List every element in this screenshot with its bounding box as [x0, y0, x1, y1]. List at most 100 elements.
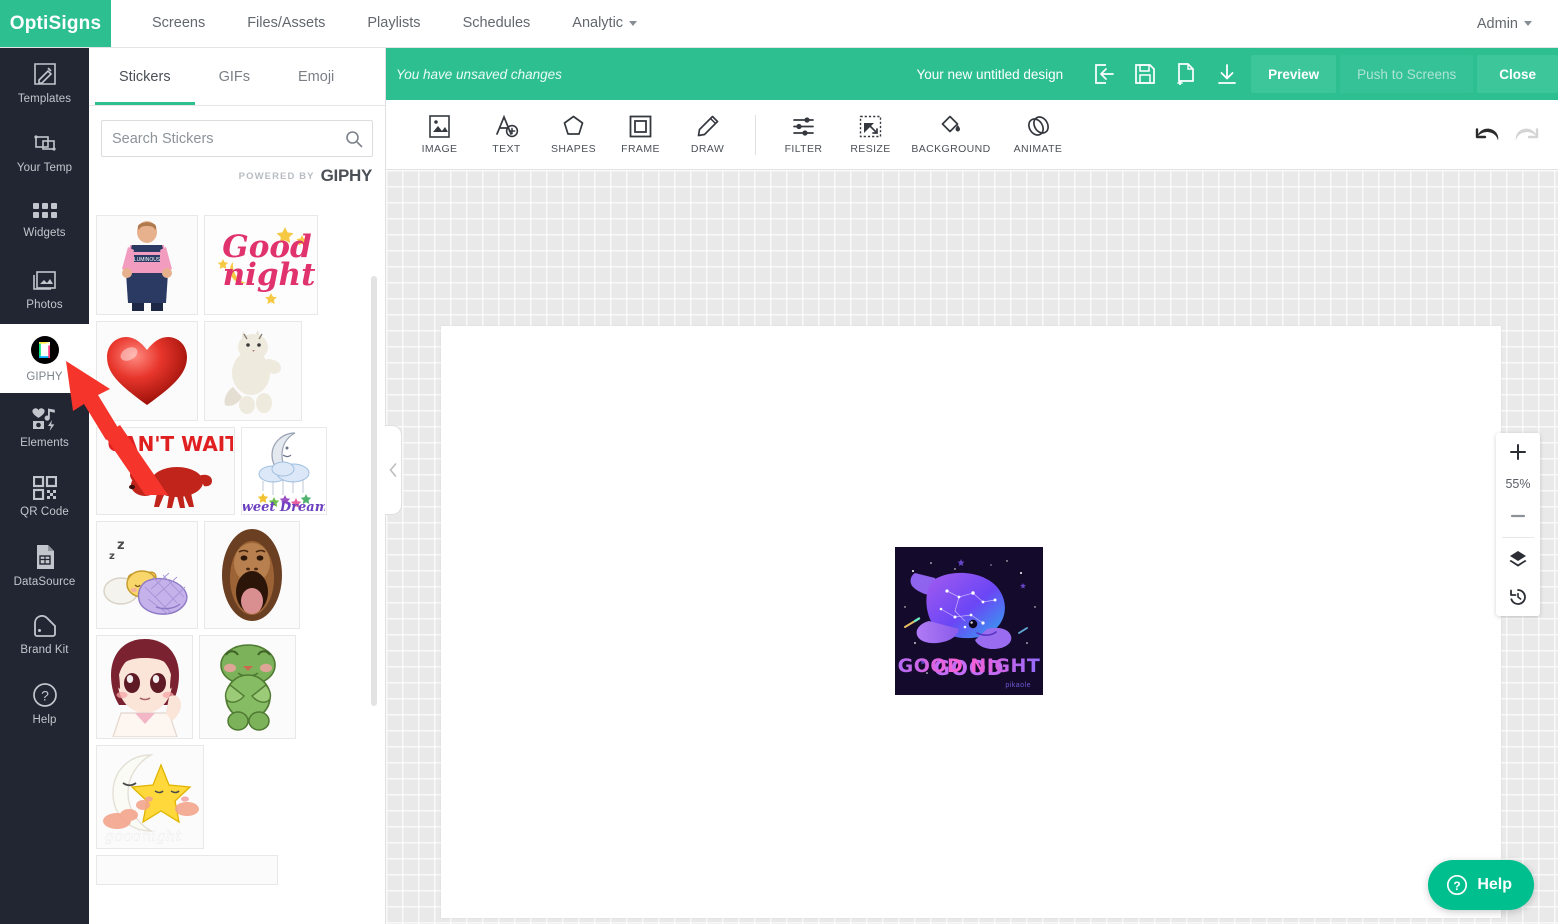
toolbar-divider: [755, 114, 756, 155]
zoom-controls: 55%: [1496, 433, 1540, 616]
svg-text:?: ?: [41, 687, 49, 703]
tool-filter[interactable]: FILTER: [770, 104, 837, 166]
giphy-icon: [30, 335, 59, 364]
download-button[interactable]: [1206, 48, 1247, 100]
sticker-anime-girl[interactable]: [96, 635, 193, 739]
tool-draw[interactable]: DRAW: [674, 104, 741, 166]
tool-animate[interactable]: ANIMATE: [998, 104, 1078, 166]
powered-by-label: POWERED BY: [238, 170, 315, 182]
widgets-icon: [32, 202, 57, 218]
account-menu[interactable]: Admin: [1477, 16, 1532, 32]
sticker-sweet-dreams-moon[interactable]: Sweet Dreams: [241, 427, 327, 515]
sticker-moon-star-goodnight[interactable]: goodnight: [96, 745, 204, 849]
sticker-red-heart[interactable]: [96, 321, 198, 421]
design-canvas-page[interactable]: GOOD GOOD GOOD NIGHT pikaole: [441, 326, 1501, 918]
sticker-sleeping-bear[interactable]: z z: [96, 521, 198, 629]
cant-wait-dog-sticker: I CAN'T WAIT: [99, 432, 233, 508]
account-label: Admin: [1476, 15, 1518, 32]
svg-text:z: z: [109, 551, 115, 562]
sidebar-item-label: Templates: [17, 92, 72, 105]
sticker-orangutan-face[interactable]: [204, 521, 300, 629]
layers-icon: [1509, 551, 1527, 567]
rename-design-button[interactable]: [1083, 48, 1124, 100]
top-navigation-bar: OptiSigns Screens Files/Assets Playlists…: [0, 0, 1558, 48]
sticker-dancing-cat[interactable]: [204, 321, 302, 421]
tool-image[interactable]: IMAGE: [406, 104, 473, 166]
nav-item-schedules[interactable]: Schedules: [442, 0, 552, 47]
sidebar-item-label: Your Temp: [16, 161, 73, 174]
nav-item-files-assets[interactable]: Files/Assets: [226, 0, 346, 47]
tool-shapes[interactable]: SHAPES: [540, 104, 607, 166]
nav-right: Admin: [1477, 0, 1558, 47]
dancing-cat-sticker: [224, 330, 281, 414]
sidebar-item-datasource[interactable]: DataSource: [0, 531, 89, 600]
sidebar-item-qr-code[interactable]: QR Code: [0, 462, 89, 531]
nav-item-playlists[interactable]: Playlists: [346, 0, 441, 47]
zoom-in-button[interactable]: [1496, 433, 1540, 471]
undo-icon[interactable]: [1474, 124, 1500, 146]
search-icon[interactable]: [345, 130, 363, 148]
sidebar-item-widgets[interactable]: Widgets: [0, 186, 89, 255]
tab-stickers[interactable]: Stickers: [95, 49, 195, 105]
panel-collapse-handle[interactable]: [385, 425, 402, 515]
brand-logo[interactable]: OptiSigns: [0, 0, 111, 47]
design-name[interactable]: Your new untitled design: [917, 67, 1064, 82]
canvas-area[interactable]: GOOD GOOD GOOD NIGHT pikaole 55%: [386, 170, 1558, 924]
help-widget-button[interactable]: ? Help: [1428, 860, 1534, 910]
sticker-green-frog[interactable]: [199, 635, 296, 739]
push-to-screens-button[interactable]: Push to Screens: [1340, 55, 1474, 93]
sidebar-item-help[interactable]: ? Help: [0, 669, 89, 738]
svg-text:LUMINOUS: LUMINOUS: [134, 257, 161, 263]
version-history-icon: [1510, 589, 1526, 605]
redo-icon[interactable]: [1514, 124, 1540, 146]
your-templates-icon: [33, 134, 56, 151]
good-night-whale-artwork[interactable]: GOOD GOOD GOOD NIGHT pikaole: [895, 547, 1043, 695]
sidebar-item-label: GIPHY: [26, 370, 63, 383]
sticker-good-night-text[interactable]: Good night: [204, 215, 318, 315]
tool-resize[interactable]: RESIZE: [837, 104, 904, 166]
save-as-copy-icon: [1176, 63, 1194, 85]
sidebar-item-label: Widgets: [23, 226, 66, 239]
tool-text[interactable]: TEXT: [473, 104, 540, 166]
save-as-copy-button[interactable]: [1165, 48, 1206, 100]
datasource-icon: [36, 544, 54, 569]
artwork-caption: GOOD NIGHT: [895, 655, 1043, 677]
tool-label: SHAPES: [551, 143, 596, 155]
nav-item-analytic[interactable]: Analytic: [551, 0, 658, 47]
search-area: [89, 106, 385, 157]
tool-label: DRAW: [690, 143, 725, 155]
editor-header-bar: You have unsaved changes Your new untitl…: [386, 48, 1558, 100]
sticker-partial-next-row[interactable]: [96, 855, 278, 885]
zoom-out-button[interactable]: [1496, 497, 1540, 535]
panel-scrollbar[interactable]: [371, 276, 377, 706]
tool-background[interactable]: BACKGROUND: [904, 104, 998, 166]
layers-button[interactable]: [1496, 540, 1540, 578]
tab-emoji[interactable]: Emoji: [274, 49, 358, 105]
close-button[interactable]: Close: [1477, 55, 1558, 93]
sidebar-item-photos[interactable]: Photos: [0, 255, 89, 324]
sidebar-item-brand-kit[interactable]: Brand Kit: [0, 600, 89, 669]
giphy-wordmark: GIPHY: [320, 166, 373, 185]
orangutan-face-sticker: [222, 529, 282, 621]
tool-frame[interactable]: FRAME: [607, 104, 674, 166]
nav-item-screens[interactable]: Screens: [131, 0, 226, 47]
preview-button[interactable]: Preview: [1251, 55, 1337, 93]
qr-code-icon: [32, 475, 57, 500]
nav-label: Screens: [152, 15, 206, 31]
chevron-left-icon: [388, 463, 396, 477]
sticker-cricket-player[interactable]: LUMINOUS: [96, 215, 198, 315]
save-button[interactable]: [1124, 48, 1165, 100]
sidebar-item-giphy[interactable]: GIPHY: [0, 324, 89, 393]
search-box[interactable]: [101, 120, 373, 157]
svg-text:goodnight: goodnight: [104, 827, 182, 845]
sidebar-item-templates[interactable]: Templates: [0, 48, 89, 117]
sticker-cant-wait-dog[interactable]: I CAN'T WAIT: [96, 427, 235, 515]
search-input[interactable]: [102, 121, 372, 156]
app-root: OptiSigns Screens Files/Assets Playlists…: [0, 0, 1558, 924]
filter-sliders-icon: [793, 117, 814, 136]
tab-gifs[interactable]: GIFs: [195, 49, 274, 105]
version-history-button[interactable]: [1496, 578, 1540, 616]
moon-star-goodnight-sticker: goodnight: [103, 754, 199, 845]
sidebar-item-your-temp[interactable]: Your Temp: [0, 117, 89, 186]
sidebar-item-elements[interactable]: Elements: [0, 393, 89, 462]
